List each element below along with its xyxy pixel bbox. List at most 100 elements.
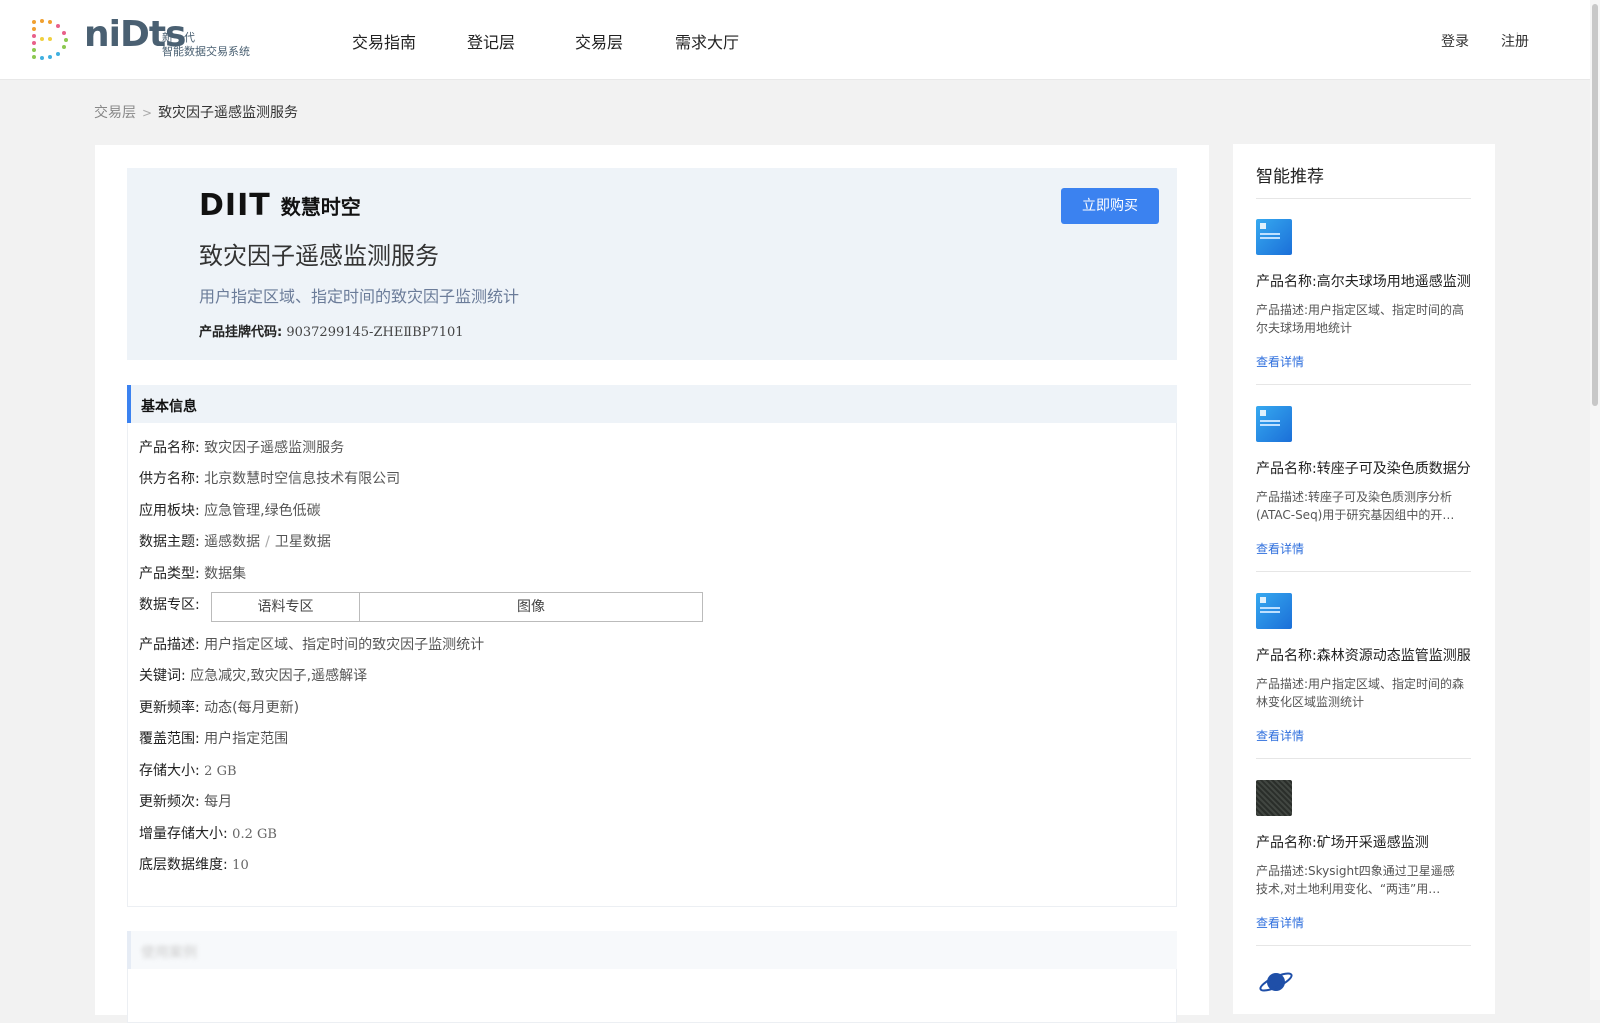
supplier-logo-en: DIIT xyxy=(199,187,271,223)
field-value: 致灾因子遥感监测服务 xyxy=(204,440,345,456)
recommendation-title: 智能推荐 xyxy=(1256,167,1324,187)
planet-logo-icon[interactable] xyxy=(1256,964,1296,1004)
rec-product-desc: 产品描述:Skysight四象通过卫星遥感技术,对土地利用变化、“两违”用… xyxy=(1256,864,1455,896)
view-details-link[interactable]: 查看详情 xyxy=(1256,914,1304,931)
info-row-sector: 应用板块: 应急管理,绿色低碳 xyxy=(139,500,321,520)
basic-info-section: 基本信息 产品名称: 致灾因子遥感监测服务 供方名称: 北京数慧时空信息技术有限… xyxy=(127,385,1177,907)
recommendation-item[interactable] xyxy=(1256,964,1471,1008)
info-row-type: 产品类型: 数据集 xyxy=(139,563,246,583)
info-row-keywords: 关键词: 应急减灾,致灾因子,遥感解译 xyxy=(139,665,367,685)
theme-separator: / xyxy=(265,534,270,550)
rec-product-desc: 产品描述:用户指定区域、指定时间的森林变化区域监测统计 xyxy=(1256,677,1465,709)
product-thumbnail[interactable] xyxy=(1256,406,1292,442)
field-label: 应用板块: xyxy=(139,503,200,519)
divider xyxy=(1256,198,1471,199)
field-value: 10 xyxy=(232,858,249,873)
view-details-link[interactable]: 查看详情 xyxy=(1256,353,1304,370)
product-thumbnail[interactable] xyxy=(1256,593,1292,629)
field-value: 遥感数据 xyxy=(204,534,261,550)
field-label: 更新频次: xyxy=(139,794,200,810)
product-detail-card: DIIT 数慧时空 致灾因子遥感监测服务 用户指定区域、指定时间的致灾因子监测统… xyxy=(95,145,1209,1023)
info-row-supplier: 供方名称: 北京数慧时空信息技术有限公司 xyxy=(139,468,400,488)
divider xyxy=(1256,758,1471,759)
data-zone-table: 语料专区 图像 xyxy=(211,592,703,622)
field-label: 存储大小: xyxy=(139,763,200,779)
field-value: 北京数慧时空信息技术有限公司 xyxy=(204,471,401,487)
info-row-update-frequency: 更新频率: 动态(每月更新) xyxy=(139,697,299,717)
rec-product-desc: 产品描述:用户指定区域、指定时间的高尔夫球场用地统计 xyxy=(1256,303,1465,335)
listing-code-label: 产品挂牌代码: xyxy=(199,325,283,340)
info-row-description: 产品描述: 用户指定区域、指定时间的致灾因子监测统计 xyxy=(139,634,484,654)
listing-code-value: 9037299145-ZHEⅡBP7101 xyxy=(286,325,464,340)
page-scrollbar[interactable] xyxy=(1590,0,1600,1000)
rec-product-desc: 产品描述:转座子可及染色质测序分析(ATAC-Seq)用于研究基因组中的开… xyxy=(1256,490,1455,522)
logo-d-icon[interactable] xyxy=(30,18,70,60)
product-thumbnail[interactable] xyxy=(1256,219,1292,255)
rec-product-name[interactable]: 产品名称:矿场开采遥感监测 xyxy=(1256,832,1471,852)
field-label: 产品名称: xyxy=(139,440,200,456)
section-title: 基本信息 xyxy=(141,399,197,415)
breadcrumb-current: 致灾因子遥感监测服务 xyxy=(158,105,299,121)
logo-subtitle-2: 智能数据交易系统 xyxy=(162,45,250,58)
use-case-section: 使用案例 xyxy=(127,931,1177,1023)
info-row-storage: 存储大小: 2 GB xyxy=(139,760,237,780)
info-row-dimension: 底层数据维度: 10 xyxy=(139,854,249,874)
field-value: 用户指定范围 xyxy=(204,731,289,747)
register-link[interactable]: 注册 xyxy=(1501,31,1529,51)
rec-product-name[interactable]: 产品名称:森林资源动态监管监测服务 xyxy=(1256,645,1471,665)
field-label: 产品描述: xyxy=(139,637,200,653)
nav-registration-layer[interactable]: 登记层 xyxy=(467,29,515,53)
top-header: niDts 新一代 智能数据交易系统 交易指南 登记层 交易层 需求大厅 登录 … xyxy=(0,0,1590,80)
view-details-link[interactable]: 查看详情 xyxy=(1256,727,1304,744)
field-value: 应急管理,绿色低碳 xyxy=(204,503,321,519)
divider xyxy=(1256,571,1471,572)
info-row-update-times: 更新频次: 每月 xyxy=(139,791,232,811)
product-title: 致灾因子遥感监测服务 xyxy=(199,242,439,270)
info-row-coverage: 覆盖范围: 用户指定范围 xyxy=(139,728,288,748)
field-value: 每月 xyxy=(204,794,233,810)
field-label: 数据主题: xyxy=(139,534,200,550)
field-value: 动态(每月更新) xyxy=(204,700,300,716)
rec-product-name[interactable]: 产品名称:高尔夫球场用地遥感监测 xyxy=(1256,271,1471,291)
nav-trading-layer[interactable]: 交易层 xyxy=(575,29,623,53)
breadcrumb-parent[interactable]: 交易层 xyxy=(94,105,136,121)
zone-cell: 语料专区 xyxy=(212,593,360,621)
field-label: 数据专区: xyxy=(139,597,200,613)
divider xyxy=(1256,945,1471,946)
field-value: 卫星数据 xyxy=(274,534,331,550)
field-label: 关键词: xyxy=(139,668,186,684)
product-thumbnail[interactable] xyxy=(1256,780,1292,816)
rec-product-name[interactable]: 产品名称:转座子可及染色质数据分析 xyxy=(1256,458,1471,478)
nav-demand-hall[interactable]: 需求大厅 xyxy=(675,29,739,53)
field-label: 底层数据维度: xyxy=(139,857,228,873)
field-label: 更新频率: xyxy=(139,700,200,716)
field-value: 数据集 xyxy=(204,566,247,582)
info-row-theme: 数据主题: 遥感数据 / 卫星数据 xyxy=(139,531,331,551)
product-subtitle: 用户指定区域、指定时间的致灾因子监测统计 xyxy=(199,287,520,306)
listing-code: 产品挂牌代码: 9037299145-ZHEⅡBP7101 xyxy=(199,321,464,340)
smart-recommendation-panel: 智能推荐 产品名称:高尔夫球场用地遥感监测 产品描述:用户指定区域、指定时间的高… xyxy=(1233,144,1495,1014)
info-row-product-name: 产品名称: 致灾因子遥感监测服务 xyxy=(139,437,344,457)
section-title: 使用案例 xyxy=(141,945,197,961)
use-case-header: 使用案例 xyxy=(127,931,1177,969)
nav-trade-guide[interactable]: 交易指南 xyxy=(352,29,416,53)
field-value: 应急减灾,致灾因子,遥感解译 xyxy=(190,668,368,684)
supplier-logo: DIIT 数慧时空 xyxy=(199,187,361,223)
field-value: 2 GB xyxy=(204,764,237,779)
buy-now-button[interactable]: 立即购买 xyxy=(1061,188,1159,224)
field-value: 用户指定区域、指定时间的致灾因子监测统计 xyxy=(204,637,485,653)
field-label: 产品类型: xyxy=(139,566,200,582)
info-row-incremental-storage: 增量存储大小: 0.2 GB xyxy=(139,823,277,843)
field-label: 覆盖范围: xyxy=(139,731,200,747)
zone-cell: 图像 xyxy=(517,599,545,615)
field-label: 增量存储大小: xyxy=(139,826,228,842)
divider xyxy=(1256,384,1471,385)
scrollbar-thumb[interactable] xyxy=(1592,4,1598,406)
chevron-right-icon: > xyxy=(142,106,153,120)
basic-info-header: 基本信息 xyxy=(127,385,1177,423)
login-link[interactable]: 登录 xyxy=(1441,31,1469,51)
breadcrumb: 交易层 > 致灾因子遥感监测服务 xyxy=(94,102,298,122)
view-details-link[interactable]: 查看详情 xyxy=(1256,540,1304,557)
product-hero: DIIT 数慧时空 致灾因子遥感监测服务 用户指定区域、指定时间的致灾因子监测统… xyxy=(127,168,1177,360)
info-row-zone: 数据专区: xyxy=(139,594,200,614)
